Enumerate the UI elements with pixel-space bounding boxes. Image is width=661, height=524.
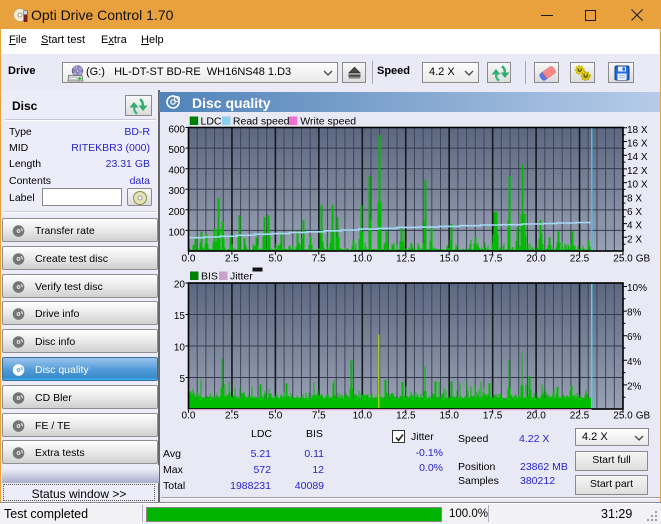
svg-text:5: 5 bbox=[179, 374, 185, 385]
svg-text:7.5: 7.5 bbox=[312, 254, 326, 265]
svg-text:8 X: 8 X bbox=[627, 193, 642, 204]
svg-text:14 X: 14 X bbox=[627, 152, 648, 163]
svg-text:22.5: 22.5 bbox=[570, 254, 590, 265]
svg-text:10.0: 10.0 bbox=[353, 254, 373, 265]
svg-text:15.0: 15.0 bbox=[439, 254, 459, 265]
svg-text:200: 200 bbox=[168, 207, 185, 218]
svg-text:2%: 2% bbox=[627, 381, 642, 392]
svg-text:600: 600 bbox=[168, 125, 185, 136]
svg-text:GB: GB bbox=[636, 254, 651, 265]
svg-text:LDC: LDC bbox=[201, 116, 222, 128]
svg-text:4%: 4% bbox=[627, 357, 642, 368]
svg-text:20.0: 20.0 bbox=[526, 254, 546, 265]
svg-text:20: 20 bbox=[174, 280, 186, 291]
svg-text:10%: 10% bbox=[627, 283, 647, 294]
svg-text:15.0: 15.0 bbox=[439, 411, 459, 422]
svg-text:16 X: 16 X bbox=[627, 139, 648, 150]
svg-text:0.0: 0.0 bbox=[182, 254, 196, 265]
svg-text:400: 400 bbox=[168, 166, 185, 177]
svg-text:8%: 8% bbox=[627, 308, 642, 319]
svg-text:2.5: 2.5 bbox=[225, 254, 239, 265]
svg-text:Jitter: Jitter bbox=[230, 271, 253, 283]
svg-text:10.0: 10.0 bbox=[353, 411, 373, 422]
svg-text:12.5: 12.5 bbox=[396, 254, 416, 265]
svg-text:Write speed: Write speed bbox=[300, 116, 356, 128]
svg-text:25.0: 25.0 bbox=[613, 411, 633, 422]
svg-text:10 X: 10 X bbox=[627, 180, 648, 191]
svg-text:4 X: 4 X bbox=[627, 221, 642, 232]
svg-text:15: 15 bbox=[174, 311, 186, 322]
svg-text:500: 500 bbox=[168, 145, 185, 156]
svg-text:10: 10 bbox=[174, 343, 186, 354]
svg-text:Read speed: Read speed bbox=[233, 116, 290, 128]
svg-text:GB: GB bbox=[636, 411, 651, 422]
svg-text:BIS: BIS bbox=[201, 271, 218, 283]
svg-text:5.0: 5.0 bbox=[268, 411, 282, 422]
svg-text:22.5: 22.5 bbox=[570, 411, 590, 422]
svg-text:12 X: 12 X bbox=[627, 166, 648, 177]
svg-text:300: 300 bbox=[168, 186, 185, 197]
svg-text:0.0: 0.0 bbox=[182, 411, 196, 422]
svg-text:100: 100 bbox=[168, 227, 185, 238]
svg-text:2.5: 2.5 bbox=[225, 411, 239, 422]
svg-text:7.5: 7.5 bbox=[312, 411, 326, 422]
svg-text:6 X: 6 X bbox=[627, 207, 642, 218]
svg-text:20.0: 20.0 bbox=[526, 411, 546, 422]
svg-text:12.5: 12.5 bbox=[396, 411, 416, 422]
svg-text:17.5: 17.5 bbox=[483, 411, 503, 422]
svg-text:6%: 6% bbox=[627, 332, 642, 343]
svg-text:5.0: 5.0 bbox=[268, 254, 282, 265]
svg-text:25.0: 25.0 bbox=[613, 254, 633, 265]
svg-text:17.5: 17.5 bbox=[483, 254, 503, 265]
svg-text:2 X: 2 X bbox=[627, 234, 642, 245]
svg-text:18 X: 18 X bbox=[627, 125, 648, 136]
